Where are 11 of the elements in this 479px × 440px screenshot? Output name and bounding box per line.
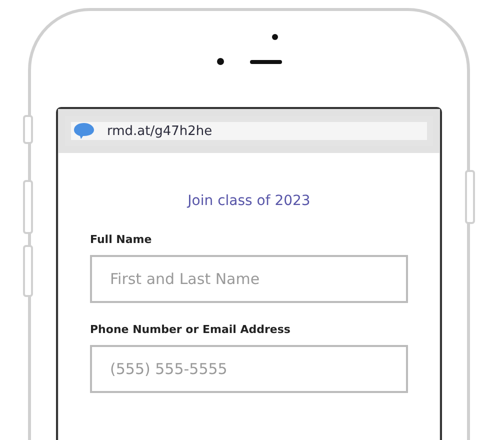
address-bar[interactable]: rmd.at/g47h2he [58, 109, 440, 153]
field-label: Full Name [90, 233, 153, 246]
field-label: Phone Number or Email Address [90, 323, 292, 336]
sensor-dot [272, 34, 278, 40]
speaker-slot [250, 60, 282, 64]
input-field[interactable]: First and Last Name [90, 255, 408, 303]
url-text: rmd.at/g47h2he [107, 124, 212, 138]
input-field[interactable]: (555) 555-5555 [90, 345, 408, 393]
camera-dot [216, 58, 224, 65]
speech-bubble-icon [73, 122, 95, 140]
page-title: Join class of 2023 [186, 193, 312, 209]
